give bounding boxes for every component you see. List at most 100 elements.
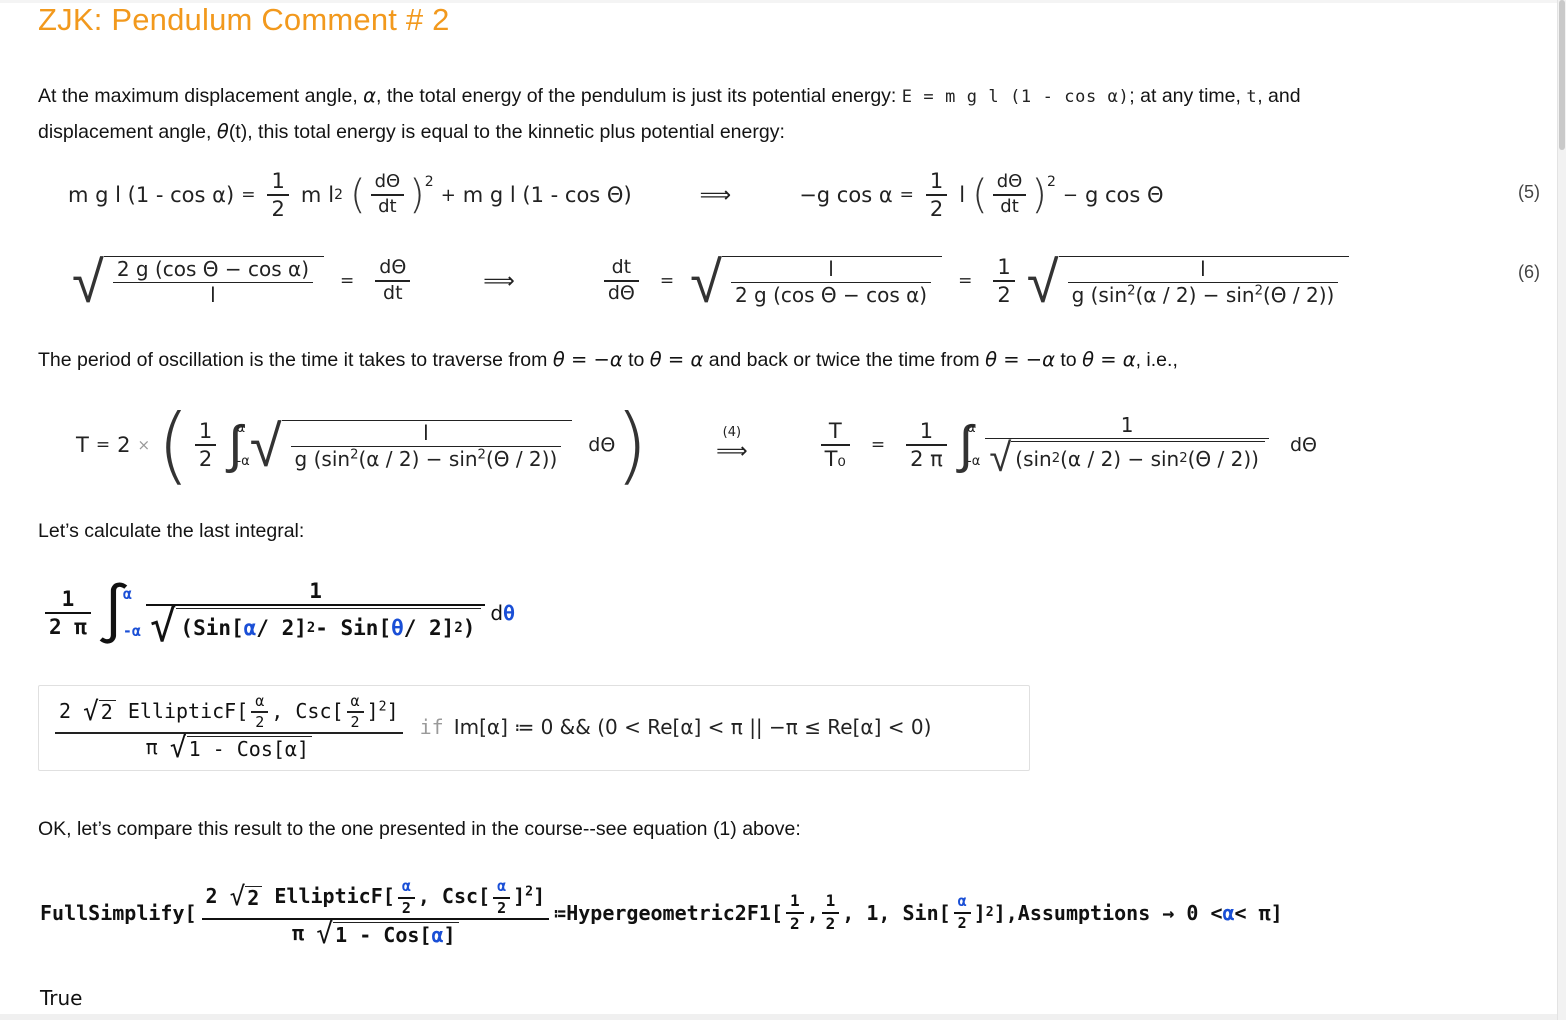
in1-f-num: 1 [309, 579, 322, 604]
fs-den-sqrt: √ 1 - Cos[α] [316, 920, 459, 948]
in1-frac-bar [45, 612, 91, 614]
out1-sqrt2-val: 2 [100, 700, 113, 725]
fs-pi: π [292, 921, 305, 946]
paragraph-1-line-2: displacement angle, θ(t), this total ene… [38, 114, 785, 150]
out1-den: π √ 1 - Cos[α] [142, 734, 316, 761]
eq5-rhs-dtheta: dΘ [996, 171, 1023, 193]
eqT-implies-group: (4) ⟹ [716, 426, 748, 464]
eqT-half-bar [194, 444, 217, 446]
eqT-ratio-den: T₀ [824, 446, 846, 471]
eqT-coef-den: 2 π [910, 446, 943, 471]
eqT-coef-num: 1 [919, 419, 934, 444]
output-cell-true: True [40, 986, 83, 1010]
in1-den-mid1: / 2] [256, 615, 307, 640]
input-cell-fullsimplify[interactable]: FullSimplify[ 2 √ 2 EllipticF[α 2 , Csc[α 2… [40, 872, 1283, 954]
p2-text-c: and back or twice the time from [703, 349, 986, 371]
p1-var-t: t [1246, 87, 1258, 107]
p2-text-e: , i.e., [1135, 349, 1178, 371]
scrollbar-thumb[interactable] [1559, 0, 1565, 150]
fs-ellipticf: EllipticF[ [274, 884, 395, 909]
vertical-scrollbar[interactable] [1557, 0, 1566, 1020]
eq5-implies-arrow: ⟹ [699, 182, 732, 208]
p1-text-a: At the maximum displacement angle, [38, 85, 364, 107]
in1-frac-den: 2 π [49, 614, 87, 639]
in1-differential: d [490, 601, 504, 625]
eqT-equals: = [95, 435, 111, 455]
out1-close-b: ] [386, 698, 399, 723]
eq6-half-num: 1 [997, 255, 1011, 280]
eq6-half-den: 2 [997, 282, 1011, 307]
out1-a1: α [255, 691, 265, 710]
eqT-integral-1: ∫ α -α [228, 419, 250, 472]
eqT-den-post: (Θ / 2)) [485, 447, 558, 472]
eqT-dtheta-2: dΘ [1289, 434, 1317, 456]
fs-h-close: ] [973, 901, 986, 925]
eqT-2: 2 [117, 433, 131, 457]
eqT-half-num: 1 [198, 419, 213, 444]
fs-comma: , Csc[ [417, 884, 491, 909]
eq6-s2-den: 2 g (cos Θ − cos α) [734, 283, 928, 308]
fs-hyper: Hypergeometric2F1[ [566, 901, 783, 925]
eq5-rhs-paren-open: ( [972, 172, 988, 218]
eqT-f2-den: √ (sin 2 (α / 2) − sin 2 (Θ / 2)) [985, 438, 1269, 478]
fs-h-comma1: , [806, 901, 819, 925]
notebook-page: ZJK: Pendulum Comment # 2 At the maximum… [0, 0, 1558, 1020]
fs-coef: 2 [205, 884, 218, 909]
fs-a1: α [401, 877, 411, 896]
in1-den-mid2: / 2] [403, 615, 455, 640]
eq5-dtheta: dΘ [374, 171, 401, 193]
out1-sqrt2: √ 2 [83, 699, 116, 725]
eq5-paren-close: ) [409, 172, 425, 218]
eq5-frac-num: 1 [271, 169, 285, 194]
p1l2-theta: θ [216, 120, 229, 143]
out1-exp2: 2 [378, 698, 387, 714]
out1-den-expr: 1 - Cos[α] [188, 736, 309, 761]
eqT-sqrt-num: l [423, 420, 429, 445]
equation-number-5: (5) [1518, 182, 1540, 202]
eqT-int-lower: -α [236, 454, 250, 469]
eqT-ratio-equals: = [870, 435, 886, 455]
eq5-rhs-paren-close: ) [1031, 172, 1047, 218]
eqT-T: T [76, 433, 89, 457]
eq5-m: m [300, 183, 322, 207]
eqT-ratio-bar [820, 444, 850, 446]
equation-number-6: (6) [1518, 262, 1540, 282]
eqT-den-exp2: 2 [477, 447, 486, 463]
eq5-paren-open: ( [349, 172, 366, 218]
eq6-eq1: = [340, 271, 355, 291]
eq6-eq3: = [958, 271, 973, 291]
eqT-den-pre: g (sin [294, 447, 351, 472]
eq6-s3-den-mid: (α / 2) − sin [1135, 283, 1255, 308]
input-cell-integral[interactable]: 1 2 π ∫ α -α 1 √ (Sin[α/ 2] 2- Sin[θ/ 2] 2… [40, 572, 515, 654]
fs-tail-bracket: ] [1270, 901, 1283, 925]
p2-math-3: θ = −α [985, 348, 1055, 371]
eqT-times: × [137, 436, 151, 454]
paragraph-3: Let’s calculate the last integral: [38, 520, 305, 542]
page-title: ZJK: Pendulum Comment # 2 [38, 2, 450, 37]
in1-den-alpha: α [243, 615, 257, 640]
eq5-rhs-num: 1 [929, 169, 944, 194]
eq5-lhs: m g l (1 - cos α) [68, 183, 235, 207]
eq5-rhs-l: l [959, 183, 966, 207]
eq6-sqrt-1: √ 2 g (cos Θ − cos α) l [72, 252, 325, 311]
eqT-coef-bar [906, 444, 947, 446]
eq5-dt: dt [378, 195, 397, 217]
eqT-implies-label: (4) [722, 425, 742, 440]
eqT-f2-mid: (α / 2) − sin [1060, 446, 1180, 471]
eqT-f2-sqrt: √ (sin 2 (α / 2) − sin 2 (Θ / 2)) [989, 438, 1265, 478]
in1-den-minus: - Sin[ [315, 615, 392, 640]
p1-text-c: ; at any time, [1129, 85, 1247, 107]
fs-h1n: 1 [789, 891, 800, 911]
out1-a2: α [350, 691, 360, 710]
eq6-sqrt-3: √ l g (sin2(α / 2) − sin2(Θ / 2)) [1027, 252, 1350, 311]
fs-assum-tail: < π [1234, 901, 1271, 925]
output-cell-elliptic: 2 √ 2 EllipticF[α 2, Csc[α 2]2] π √ 1 - Co… [50, 689, 931, 765]
eq5-equals: = [241, 185, 256, 205]
fs-num: 2 √ 2 EllipticF[α 2, Csc[α 2]2] [202, 877, 550, 916]
fs-h3: , 1, Sin[ [842, 901, 951, 925]
eqT-f2-pre: (sin [1015, 446, 1052, 471]
p1l2-text-b: (t), this total energy is equal to the k… [228, 121, 785, 143]
eq6-s3-exp2: 2 [1254, 283, 1263, 299]
fs-h1d: 2 [789, 913, 800, 933]
eq6-s3-den-post: (Θ / 2)) [1262, 283, 1335, 308]
